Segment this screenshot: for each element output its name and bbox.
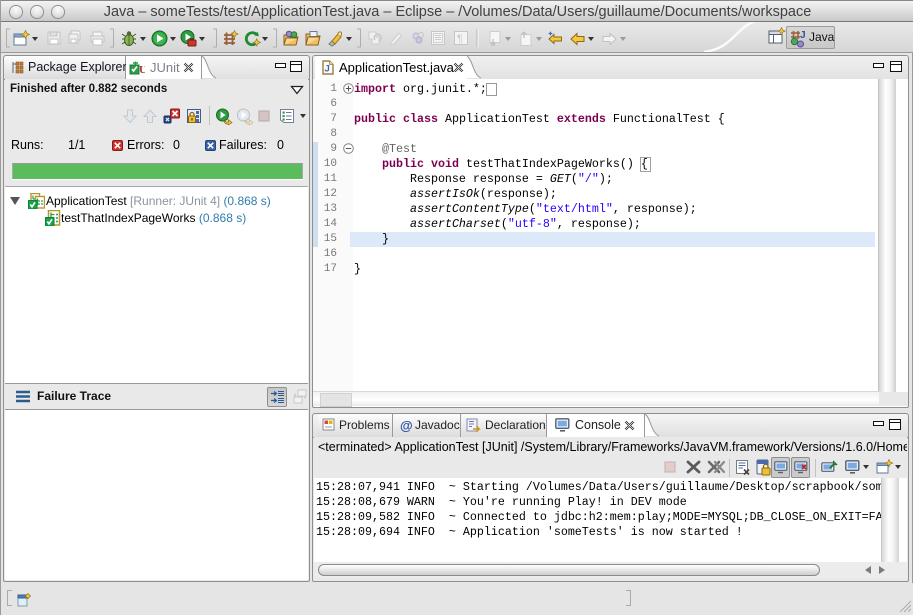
svg-text:¶: ¶	[457, 33, 463, 45]
svg-text:U: U	[139, 64, 145, 75]
svg-text:J: J	[325, 64, 330, 75]
svg-text:J: J	[800, 30, 806, 41]
